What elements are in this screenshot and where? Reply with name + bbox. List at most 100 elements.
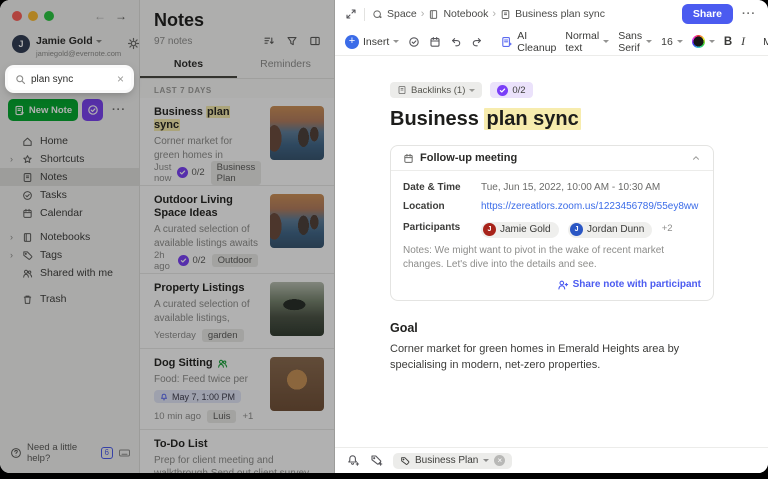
breadcrumb-space[interactable]: Space bbox=[387, 8, 417, 20]
text-color-dropdown[interactable] bbox=[692, 35, 715, 48]
backlinks-dropdown[interactable]: Backlinks (1) bbox=[390, 82, 482, 98]
sort-icon[interactable] bbox=[263, 35, 275, 47]
paragraph-style-dropdown[interactable]: Normal text bbox=[565, 30, 609, 54]
back-arrow-icon[interactable]: ← bbox=[94, 9, 106, 23]
sidebar: ← → J Jamie Gold jamiegold@evernote.com … bbox=[0, 0, 140, 473]
breadcrumb-note[interactable]: Business plan sync bbox=[515, 8, 605, 20]
note-thumbnail bbox=[270, 357, 324, 411]
goal-heading[interactable]: Goal bbox=[390, 321, 714, 335]
note-card-title: Dog Sitting bbox=[154, 357, 258, 370]
ai-cleanup-button[interactable]: AI Cleanup bbox=[501, 30, 556, 54]
note-card-title: Property Listings bbox=[154, 282, 258, 295]
goal-body-text[interactable]: Corner market for green homes in Emerald… bbox=[390, 341, 714, 373]
bold-button[interactable]: B bbox=[724, 36, 732, 48]
meeting-location-row: Location https://zereatlors.zoom.us/1223… bbox=[403, 199, 701, 214]
more-actions-button[interactable]: ··· bbox=[110, 99, 128, 121]
add-reminder-icon[interactable] bbox=[347, 454, 360, 467]
participant-chip[interactable]: JJamie Gold bbox=[481, 222, 559, 238]
italic-button[interactable]: I bbox=[741, 34, 745, 49]
forward-arrow-icon[interactable]: → bbox=[115, 9, 127, 23]
tag-pill[interactable]: garden bbox=[202, 329, 244, 342]
sidebar-item-shortcuts[interactable]: › Shortcuts bbox=[0, 150, 139, 168]
chevron-right-icon[interactable]: › bbox=[8, 250, 15, 260]
tasks-progress-badge: 0/2 bbox=[178, 255, 205, 266]
insert-task-icon[interactable] bbox=[408, 36, 420, 48]
notebook-icon bbox=[22, 232, 33, 243]
note-editor-panel: Space › Notebook › Business plan sync Sh… bbox=[335, 0, 768, 473]
more-formatting-dropdown[interactable]: More bbox=[763, 36, 768, 48]
note-card-meta: Just now 0/2 Business Plan bbox=[154, 166, 258, 179]
minimize-window-button[interactable] bbox=[28, 11, 38, 21]
meeting-datetime-value: Tue, Jun 15, 2022, 10:00 AM - 10:30 AM bbox=[481, 182, 660, 193]
tag-pill[interactable]: Luis bbox=[207, 410, 236, 423]
tag-pill[interactable]: Outdoor bbox=[212, 254, 258, 267]
note-tasks-badge[interactable]: 0/2 bbox=[490, 82, 532, 98]
clear-search-icon[interactable]: × bbox=[117, 73, 124, 85]
layout-icon[interactable] bbox=[309, 35, 321, 47]
share-button[interactable]: Share bbox=[682, 4, 733, 24]
editor-footer: Business Plan × bbox=[335, 447, 768, 473]
note-card-meta: Yesterday garden bbox=[154, 329, 258, 342]
gear-icon[interactable] bbox=[127, 37, 140, 50]
breadcrumb-notebook[interactable]: Notebook bbox=[443, 8, 488, 20]
tab-reminders[interactable]: Reminders bbox=[237, 53, 334, 78]
tag-pill[interactable]: Business Plan bbox=[211, 161, 262, 185]
font-family-dropdown[interactable]: Sans Serif bbox=[618, 30, 652, 54]
note-card-snippet: Prep for client meeting and walkthrough … bbox=[154, 454, 322, 474]
note-tag-pill[interactable]: Business Plan × bbox=[393, 453, 512, 469]
chevron-right-icon[interactable]: › bbox=[8, 154, 15, 164]
expand-icon[interactable] bbox=[345, 8, 357, 20]
help-row[interactable]: Need a little help? 6 bbox=[10, 442, 131, 464]
new-note-label: New Note bbox=[29, 105, 72, 116]
tab-notes[interactable]: Notes bbox=[140, 53, 237, 78]
note-icon bbox=[397, 85, 407, 95]
reminder-badge[interactable]: May 7, 1:00 PM bbox=[154, 390, 241, 403]
tag-icon bbox=[400, 456, 410, 466]
editor-topbar: Space › Notebook › Business plan sync Sh… bbox=[335, 0, 768, 28]
share-note-with-participant-link[interactable]: Share note with participant bbox=[403, 279, 701, 291]
note-card-dog-sitting[interactable]: Dog Sitting Food: Feed twice per day. Sp… bbox=[140, 349, 334, 430]
account-switcher[interactable]: J Jamie Gold jamiegold@evernote.com bbox=[0, 23, 139, 58]
note-card-outdoor-living[interactable]: Outdoor Living Space Ideas A curated sel… bbox=[140, 186, 334, 274]
note-card-snippet: Corner market for green homes in Emerald… bbox=[154, 135, 258, 162]
note-card-business-plan-sync[interactable]: Business plan sync Corner market for gre… bbox=[140, 98, 334, 186]
zoom-window-button[interactable] bbox=[44, 11, 54, 21]
sidebar-item-home[interactable]: Home bbox=[0, 132, 139, 150]
sidebar-item-calendar[interactable]: Calendar bbox=[0, 204, 139, 222]
note-card-todo-list[interactable]: To-Do List Prep for client meeting and w… bbox=[140, 430, 334, 474]
check-icon bbox=[497, 85, 508, 96]
avatar: J bbox=[483, 223, 496, 236]
sidebar-item-tasks[interactable]: Tasks bbox=[0, 186, 139, 204]
chevron-down-icon bbox=[96, 40, 102, 43]
participant-chip[interactable]: JJordan Dunn bbox=[568, 222, 652, 238]
sidebar-item-notes[interactable]: Notes bbox=[0, 168, 139, 186]
redo-icon[interactable] bbox=[471, 36, 483, 48]
sidebar-item-shared-with-me[interactable]: Shared with me bbox=[0, 264, 139, 282]
tag-icon bbox=[22, 250, 33, 261]
sidebar-item-tags[interactable]: › Tags bbox=[0, 246, 139, 264]
sidebar-item-notebooks[interactable]: › Notebooks bbox=[0, 228, 139, 246]
undo-icon[interactable] bbox=[450, 36, 462, 48]
remove-tag-icon[interactable]: × bbox=[494, 455, 505, 466]
chevron-down-icon bbox=[677, 40, 683, 43]
meeting-link[interactable]: https://zereatlors.zoom.us/1223456789/55… bbox=[481, 201, 698, 212]
new-note-button[interactable]: New Note bbox=[8, 99, 78, 121]
font-size-dropdown[interactable]: 16 bbox=[661, 36, 683, 48]
search-box[interactable]: × bbox=[8, 68, 131, 90]
close-window-button[interactable] bbox=[12, 11, 22, 21]
note-card-property-listings[interactable]: Property Listings A curated selection of… bbox=[140, 274, 334, 349]
filter-icon[interactable] bbox=[286, 35, 298, 47]
search-input[interactable] bbox=[31, 74, 112, 85]
chevron-down-icon bbox=[646, 40, 652, 43]
add-tag-icon[interactable] bbox=[370, 454, 383, 467]
insert-dropdown[interactable]: + Insert bbox=[345, 35, 399, 49]
note-title[interactable]: Business plan sync bbox=[390, 108, 714, 131]
star-icon bbox=[22, 154, 33, 165]
new-task-button[interactable] bbox=[82, 99, 103, 121]
meeting-card-header[interactable]: Follow-up meeting bbox=[391, 146, 713, 171]
collapse-chevron-icon[interactable] bbox=[691, 153, 701, 163]
note-more-button[interactable]: ··· bbox=[740, 8, 758, 20]
sidebar-item-trash[interactable]: Trash bbox=[0, 290, 139, 308]
insert-calendar-icon[interactable] bbox=[429, 36, 441, 48]
chevron-right-icon[interactable]: › bbox=[8, 232, 15, 242]
